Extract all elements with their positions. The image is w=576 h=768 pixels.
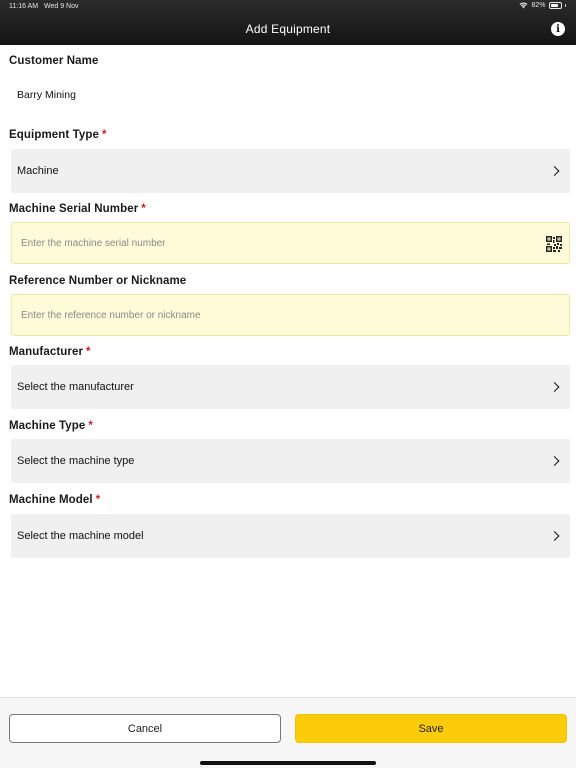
manufacturer-label: Manufacturer * <box>9 346 91 358</box>
manufacturer-label-text: Manufacturer <box>9 346 84 358</box>
machine-model-select[interactable]: Select the machine model <box>11 514 570 558</box>
status-indicators: 82% <box>519 2 566 9</box>
info-icon[interactable]: i <box>551 22 565 36</box>
status-time: 11:16 AM <box>9 3 39 10</box>
serial-number-label: Machine Serial Number * <box>9 203 146 215</box>
nav-header: 11:16 AM Wed 9 Nov 82% Add Equipment i <box>0 0 576 45</box>
customer-name-label: Customer Name <box>9 55 99 67</box>
machine-type-label-text: Machine Type <box>9 420 86 432</box>
reference-number-input[interactable] <box>11 294 570 336</box>
machine-type-label: Machine Type * <box>9 420 93 432</box>
required-marker: * <box>141 203 146 215</box>
battery-tip <box>564 4 566 7</box>
chevron-right-icon <box>549 166 560 176</box>
chevron-right-icon <box>549 456 560 466</box>
serial-number-label-text: Machine Serial Number <box>9 203 139 215</box>
cancel-button[interactable]: Cancel <box>9 714 281 743</box>
machine-model-label: Machine Model * <box>9 494 100 506</box>
equipment-type-select[interactable]: Machine <box>11 149 570 193</box>
page-title: Add Equipment <box>245 22 331 36</box>
customer-name-label-text: Customer Name <box>9 55 99 67</box>
status-date: Wed 9 Nov <box>44 3 79 10</box>
equipment-type-label-text: Equipment Type <box>9 129 99 141</box>
required-marker: * <box>95 494 101 506</box>
battery-percent: 82% <box>531 2 546 9</box>
footer-bar: Cancel Save <box>0 697 576 768</box>
machine-type-select[interactable]: Select the machine type <box>11 439 570 483</box>
save-button[interactable]: Save <box>295 714 567 743</box>
equipment-type-label: Equipment Type * <box>9 129 107 141</box>
manufacturer-select[interactable]: Select the manufacturer <box>11 365 570 409</box>
manufacturer-value: Select the manufacturer <box>17 381 134 393</box>
battery-icon <box>548 2 562 9</box>
battery-fill <box>550 4 558 7</box>
required-marker: * <box>88 420 93 432</box>
customer-name-value: Barry Mining <box>17 89 76 101</box>
reference-number-label-text: Reference Number or Nickname <box>9 275 187 287</box>
reference-number-label: Reference Number or Nickname <box>9 275 186 287</box>
machine-type-value: Select the machine type <box>17 455 135 467</box>
home-indicator[interactable] <box>200 761 376 765</box>
wifi-icon <box>519 2 528 9</box>
equipment-type-value: Machine <box>17 165 59 177</box>
qr-code-icon[interactable] <box>546 236 562 252</box>
serial-number-input[interactable] <box>11 222 570 264</box>
chevron-right-icon <box>549 531 560 541</box>
required-marker: * <box>102 129 107 141</box>
machine-model-value: Select the machine model <box>17 530 144 542</box>
chevron-right-icon <box>549 382 560 392</box>
machine-model-label-text: Machine Model <box>9 494 93 506</box>
status-bar: 11:16 AM Wed 9 Nov 82% <box>0 0 576 14</box>
required-marker: * <box>86 346 91 358</box>
